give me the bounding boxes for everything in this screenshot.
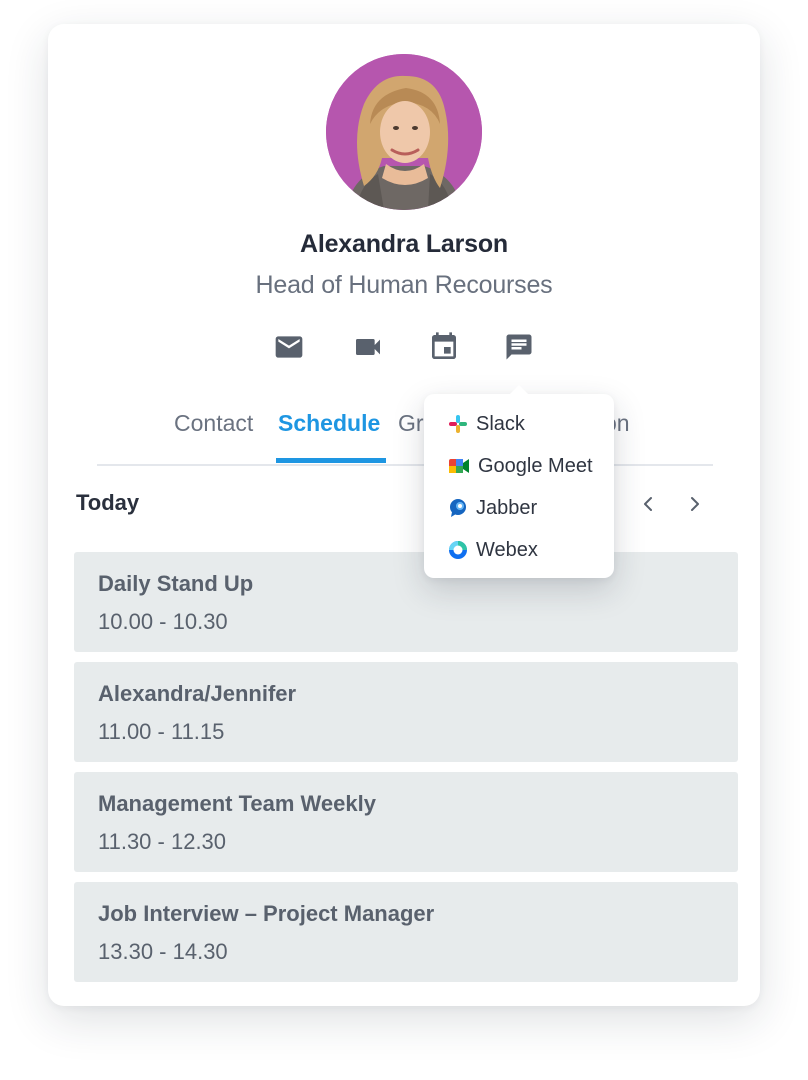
event-time: 11.30 - 12.30 xyxy=(98,829,227,854)
schedule-event[interactable]: Job Interview – Project Manager 13.30 - … xyxy=(74,882,738,982)
profile-name: Alexandra Larson xyxy=(300,230,508,258)
chat-option-google-meet[interactable]: Google Meet xyxy=(448,450,593,482)
schedule-event[interactable]: Alexandra/Jennifer 11.00 - 11.15 xyxy=(74,662,738,762)
chevron-left-icon xyxy=(641,495,655,518)
tab-group[interactable]: Gr xyxy=(398,410,424,437)
schedule-event[interactable]: Management Team Weekly 11.30 - 12.30 xyxy=(74,772,738,872)
tab-schedule[interactable]: Schedule xyxy=(278,410,380,437)
chat-option-slack[interactable]: Slack xyxy=(448,408,525,440)
event-time: 11.00 - 11.15 xyxy=(98,719,225,744)
email-action-button[interactable] xyxy=(271,329,307,365)
chat-menu-pointer xyxy=(509,385,529,395)
event-time: 13.30 - 14.30 xyxy=(98,939,228,964)
chat-option-label: Jabber xyxy=(476,496,538,519)
calendar-action-button[interactable] xyxy=(426,329,462,365)
next-day-button[interactable] xyxy=(683,494,707,518)
tab-contact[interactable]: Contact xyxy=(174,410,253,437)
event-title: Management Team Weekly xyxy=(98,791,376,816)
chat-option-label: Slack xyxy=(476,412,525,435)
event-time: 10.00 - 10.30 xyxy=(98,609,228,634)
chat-option-label: Webex xyxy=(476,538,538,561)
chat-option-webex[interactable]: Webex xyxy=(448,534,538,566)
mail-icon xyxy=(273,331,305,363)
profile-card: Alexandra Larson Head of Human Recourses xyxy=(48,24,760,1006)
chat-option-label: Google Meet xyxy=(478,454,593,477)
chat-action-button[interactable] xyxy=(501,329,537,365)
chat-app-menu: Slack Google Meet Jabber Webex xyxy=(424,394,614,578)
chevron-right-icon xyxy=(688,495,702,518)
video-icon xyxy=(352,331,384,363)
google-meet-icon xyxy=(448,456,470,476)
avatar xyxy=(326,54,482,210)
schedule-event[interactable]: Daily Stand Up 10.00 - 10.30 xyxy=(74,552,738,652)
slack-icon xyxy=(448,414,468,434)
calendar-icon xyxy=(428,331,460,363)
webex-icon xyxy=(448,540,468,560)
jabber-icon xyxy=(448,498,468,518)
event-title: Alexandra/Jennifer xyxy=(98,681,297,706)
active-tab-indicator xyxy=(276,458,386,463)
previous-day-button[interactable] xyxy=(636,494,660,518)
video-call-action-button[interactable] xyxy=(350,329,386,365)
profile-role: Head of Human Recourses xyxy=(255,271,553,299)
tabs-divider xyxy=(97,464,713,466)
event-title: Daily Stand Up xyxy=(98,571,254,596)
event-title: Job Interview – Project Manager xyxy=(98,901,435,926)
schedule-heading: Today xyxy=(76,490,140,515)
chat-icon xyxy=(504,332,534,362)
chat-option-jabber[interactable]: Jabber xyxy=(448,492,537,524)
